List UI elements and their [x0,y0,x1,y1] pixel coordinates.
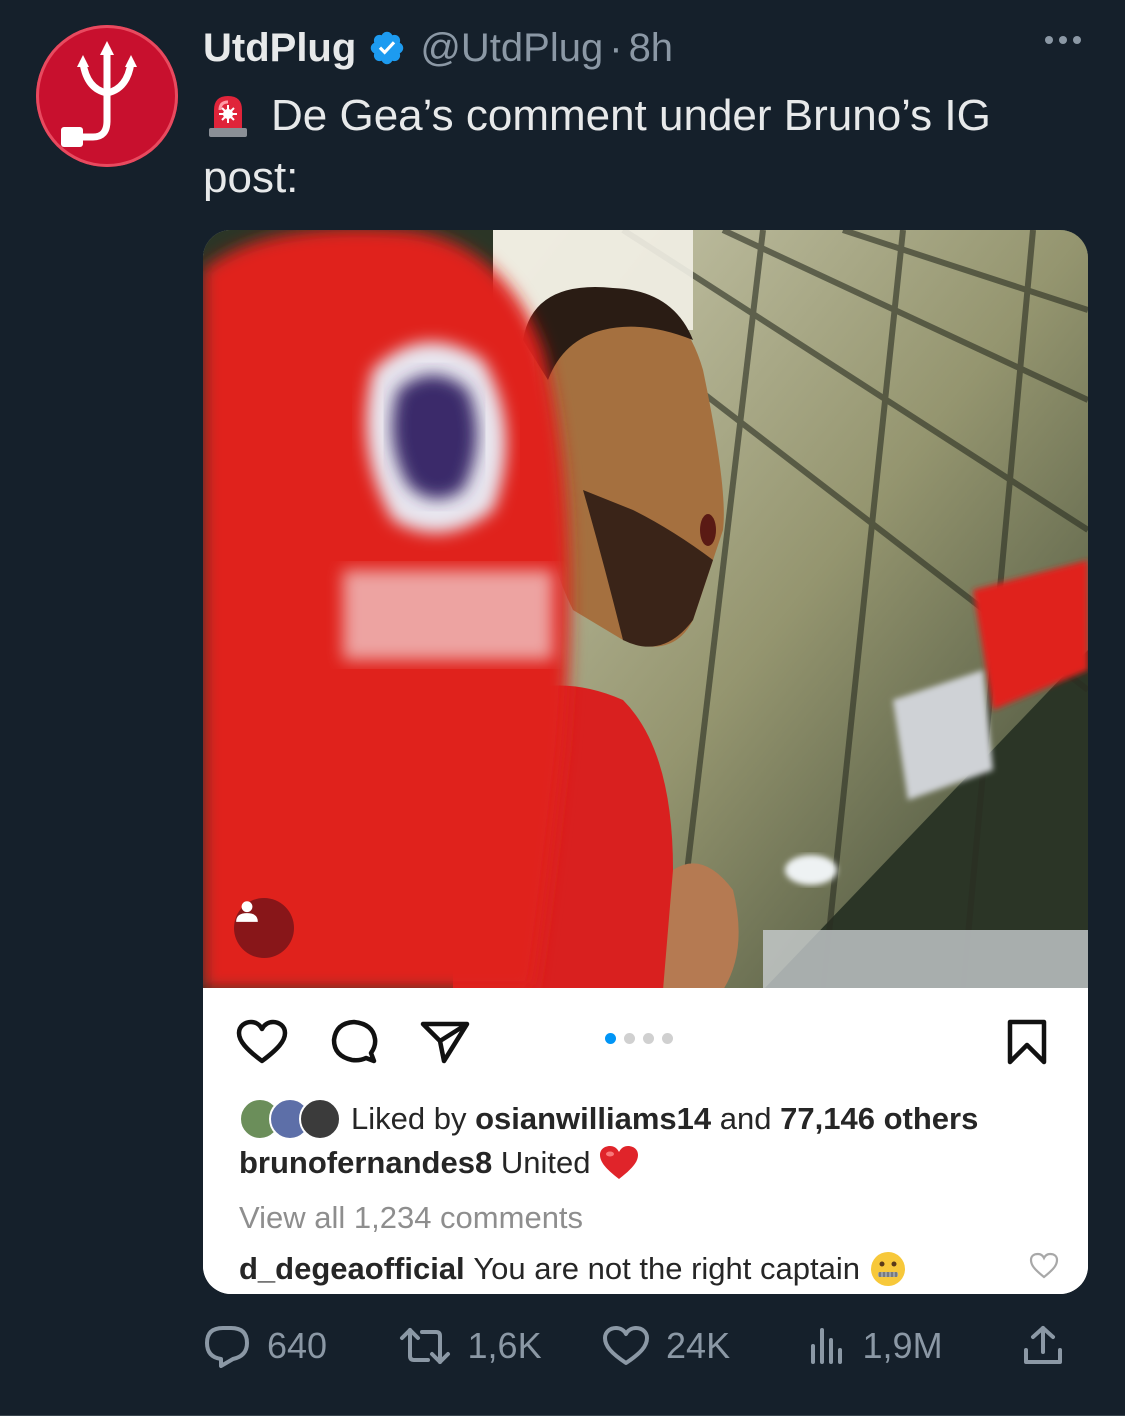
photo-illustration [203,230,1088,988]
caption-username[interactable]: brunofernandes8 [239,1145,492,1181]
liked-avatars [239,1098,341,1140]
liked-user[interactable]: osianwilliams14 [475,1101,711,1137]
comment-text: You are not the right captain [473,1251,860,1286]
reply-icon [205,1326,249,1368]
author-avatar[interactable] [36,25,178,167]
comment-like-icon[interactable] [1029,1252,1059,1279]
like-button[interactable]: 24K [602,1325,807,1367]
tweet-body: De Gea’s comment under Bruno’s IG post: [203,91,991,202]
ig-heart-icon[interactable] [236,1019,288,1065]
views-button[interactable]: 1,9M [807,1325,1021,1367]
carousel-dot [662,1033,673,1044]
person-icon [236,901,258,922]
zipper-mouth-emoji-icon [870,1252,905,1286]
ig-comment-icon[interactable] [330,1018,378,1066]
views-icon [810,1328,842,1364]
reply-count: 640 [267,1325,328,1366]
ig-comment: d_degeaofficial You are not the right ca… [239,1250,1059,1288]
like-count: 24K [666,1325,731,1366]
author-handle[interactable]: @UtdPlug [420,26,603,71]
share-icon [1024,1326,1062,1364]
more-options-icon[interactable] [1045,36,1081,44]
liker-avatar [299,1098,341,1140]
share-button[interactable] [1021,1324,1081,1368]
verified-badge-icon [371,31,404,65]
carousel-dot [624,1033,635,1044]
tweet-media[interactable]: Liked by osianwilliams14 and 77,146 othe… [203,230,1088,1294]
separator: · [609,25,623,70]
retweet-button[interactable]: 1,6K [398,1325,603,1367]
tagged-user-icon[interactable] [234,898,294,958]
tweet-timestamp[interactable]: 8h [629,26,674,71]
tweet-header: UtdPlug @UtdPlug · 8h [203,20,1095,76]
ig-liked-by[interactable]: Liked by osianwilliams14 and 77,146 othe… [239,1098,978,1140]
rotating-light-emoji-icon [209,96,247,137]
carousel-dot [605,1033,616,1044]
ig-share-icon[interactable] [420,1020,470,1064]
author-name[interactable]: UtdPlug [203,26,356,71]
retweet-icon [399,1328,450,1364]
reply-button[interactable]: 640 [203,1324,398,1368]
view-all-comments[interactable]: View all 1,234 comments [239,1200,583,1236]
instagram-post-info: Liked by osianwilliams14 and 77,146 othe… [203,988,1088,1294]
like-icon [603,1326,650,1365]
views-count: 1,9M [862,1325,943,1366]
tweet-text: De Gea’s comment under Bruno’s IG post: [203,85,1093,209]
comment-username[interactable]: d_degeaofficial [239,1251,465,1287]
ig-caption: brunofernandes8 United [239,1145,639,1181]
liked-others[interactable]: 77,146 others [780,1101,978,1137]
caption-text: United [500,1145,591,1180]
ig-action-row [236,1018,470,1066]
liked-and: and [719,1101,772,1136]
retweet-count: 1,6K [467,1325,542,1366]
tweet-actions: 640 1,6K 24K 1,9M [203,1318,1083,1374]
liked-prefix: Liked by [351,1101,467,1136]
carousel-dot [643,1033,654,1044]
red-heart-emoji-icon [600,1146,639,1179]
player-photo[interactable] [203,230,1088,988]
ig-save-icon[interactable] [1006,1018,1048,1066]
carousel-indicator [605,1033,673,1044]
trident-plug-logo [57,41,137,147]
